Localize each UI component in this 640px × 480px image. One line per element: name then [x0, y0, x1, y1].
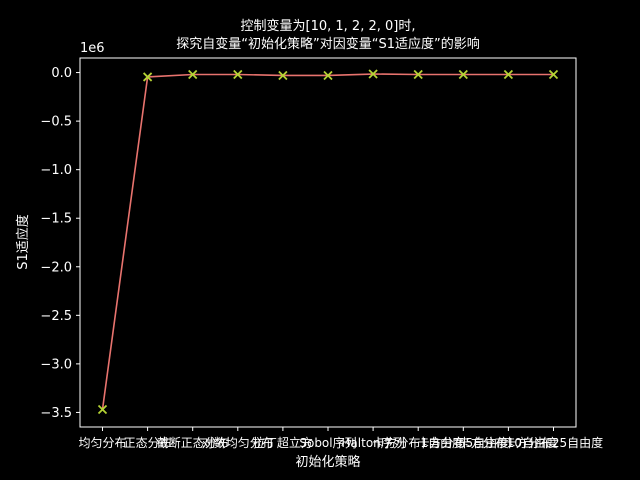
y-tick-label: 0.0	[51, 66, 72, 81]
y-tick-label: −1.5	[40, 212, 72, 227]
y-offset-label: 1e6	[80, 41, 105, 56]
x-axis-title: 初始化策略	[295, 454, 360, 470]
chart-title-line-2: 探究自变量“初始化策略”对因变量“S1适应度”的影响	[176, 36, 479, 52]
y-tick-label: −2.5	[40, 309, 72, 324]
x-tick-label: 均匀分布	[78, 436, 126, 450]
figure-background	[0, 0, 640, 480]
y-tick-label: −0.5	[40, 115, 72, 130]
x-tick-label: 卡方分布25自由度	[504, 435, 603, 450]
chart-title-line-1: 控制变量为[10, 1, 2, 2, 0]时,	[241, 18, 416, 34]
y-tick-label: −1.0	[40, 163, 72, 178]
y-tick-label: −3.0	[40, 357, 72, 372]
y-tick-label: −3.5	[40, 406, 72, 421]
y-tick-label: −2.0	[40, 260, 72, 275]
chart: 控制变量为[10, 1, 2, 2, 0]时, 探究自变量“初始化策略”对因变量…	[0, 0, 640, 480]
y-axis-title: S1适应度	[15, 214, 31, 270]
